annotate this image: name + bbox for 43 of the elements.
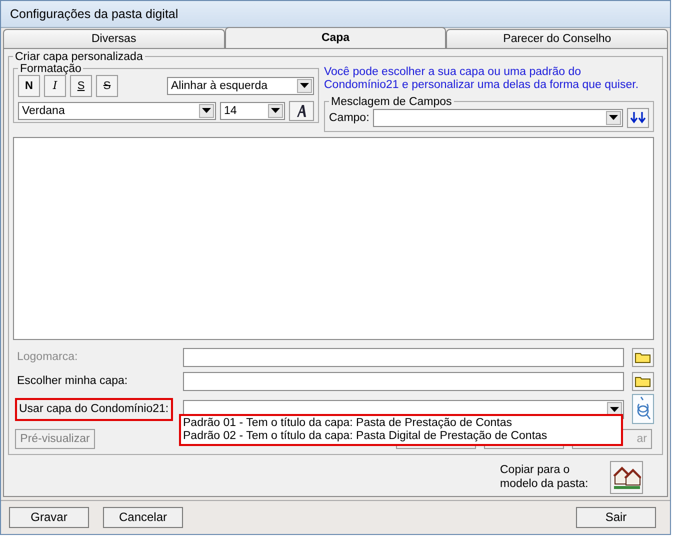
footer-button[interactable]: Cancelar (103, 506, 183, 528)
folder-icon (635, 375, 651, 388)
footer-button[interactable]: Gravar (9, 506, 89, 528)
houses-icon (612, 464, 640, 490)
format-button[interactable]: I (44, 74, 66, 97)
font-button[interactable] (289, 100, 314, 121)
field-label: Campo: (329, 112, 370, 124)
group-title: Formatação (19, 62, 82, 75)
format-button[interactable]: S (96, 74, 118, 97)
caret-icon (202, 108, 211, 114)
tab[interactable]: Diversas (3, 28, 225, 48)
field-label: Logomarca: (16, 351, 79, 364)
dropdown-option[interactable]: Padrão 02 - Tem o título da capa: Pasta Digital de Prestação de Contas (183, 430, 619, 443)
tab[interactable]: Capa (224, 26, 446, 48)
field-dropdown[interactable] (373, 108, 623, 127)
folder-button[interactable] (632, 348, 654, 367)
footer-button[interactable]: Sair (576, 506, 656, 528)
caret-icon (609, 115, 618, 120)
font-dropdown[interactable]: Verdana (18, 102, 216, 120)
font-letter-icon (296, 104, 308, 118)
format-button[interactable]: S (70, 74, 92, 97)
caret-icon (300, 83, 309, 88)
copy-button[interactable] (610, 460, 643, 494)
dropdown-option[interactable]: Padrão 01 - Tem o título da capa: Pasta de Prestação de Contas (183, 416, 619, 430)
align-dropdown[interactable]: Alinhar à esquerda (167, 76, 314, 95)
file-path-field[interactable] (183, 348, 624, 367)
copy-label: Copiar para o modelo da pasta: (500, 463, 590, 492)
folder-button[interactable] (632, 372, 654, 391)
window-title: Configurações da pasta digital (10, 6, 178, 21)
tab[interactable]: Parecer do Conselho (446, 28, 668, 48)
down-arrows-icon (630, 112, 646, 124)
insert-button[interactable] (627, 108, 649, 128)
caret-icon (271, 108, 280, 114)
file-path-field[interactable] (183, 372, 624, 391)
field-label: Usar capa do Condomínio21: (15, 398, 173, 421)
size-dropdown[interactable]: 14 (220, 102, 285, 120)
group-title: Criar capa personalizada (14, 50, 144, 63)
folder-icon (635, 351, 651, 364)
group-title: Mesclagem de Campos (330, 96, 453, 108)
preview-button[interactable] (632, 394, 654, 424)
format-button[interactable]: N (18, 74, 40, 97)
field-label: Escolher minha capa: (16, 375, 129, 388)
info-text: Você pode escolher a sua capa ou uma padrão do Condomínio21 e personalizar uma delas da forma que quiser. (324, 66, 640, 92)
